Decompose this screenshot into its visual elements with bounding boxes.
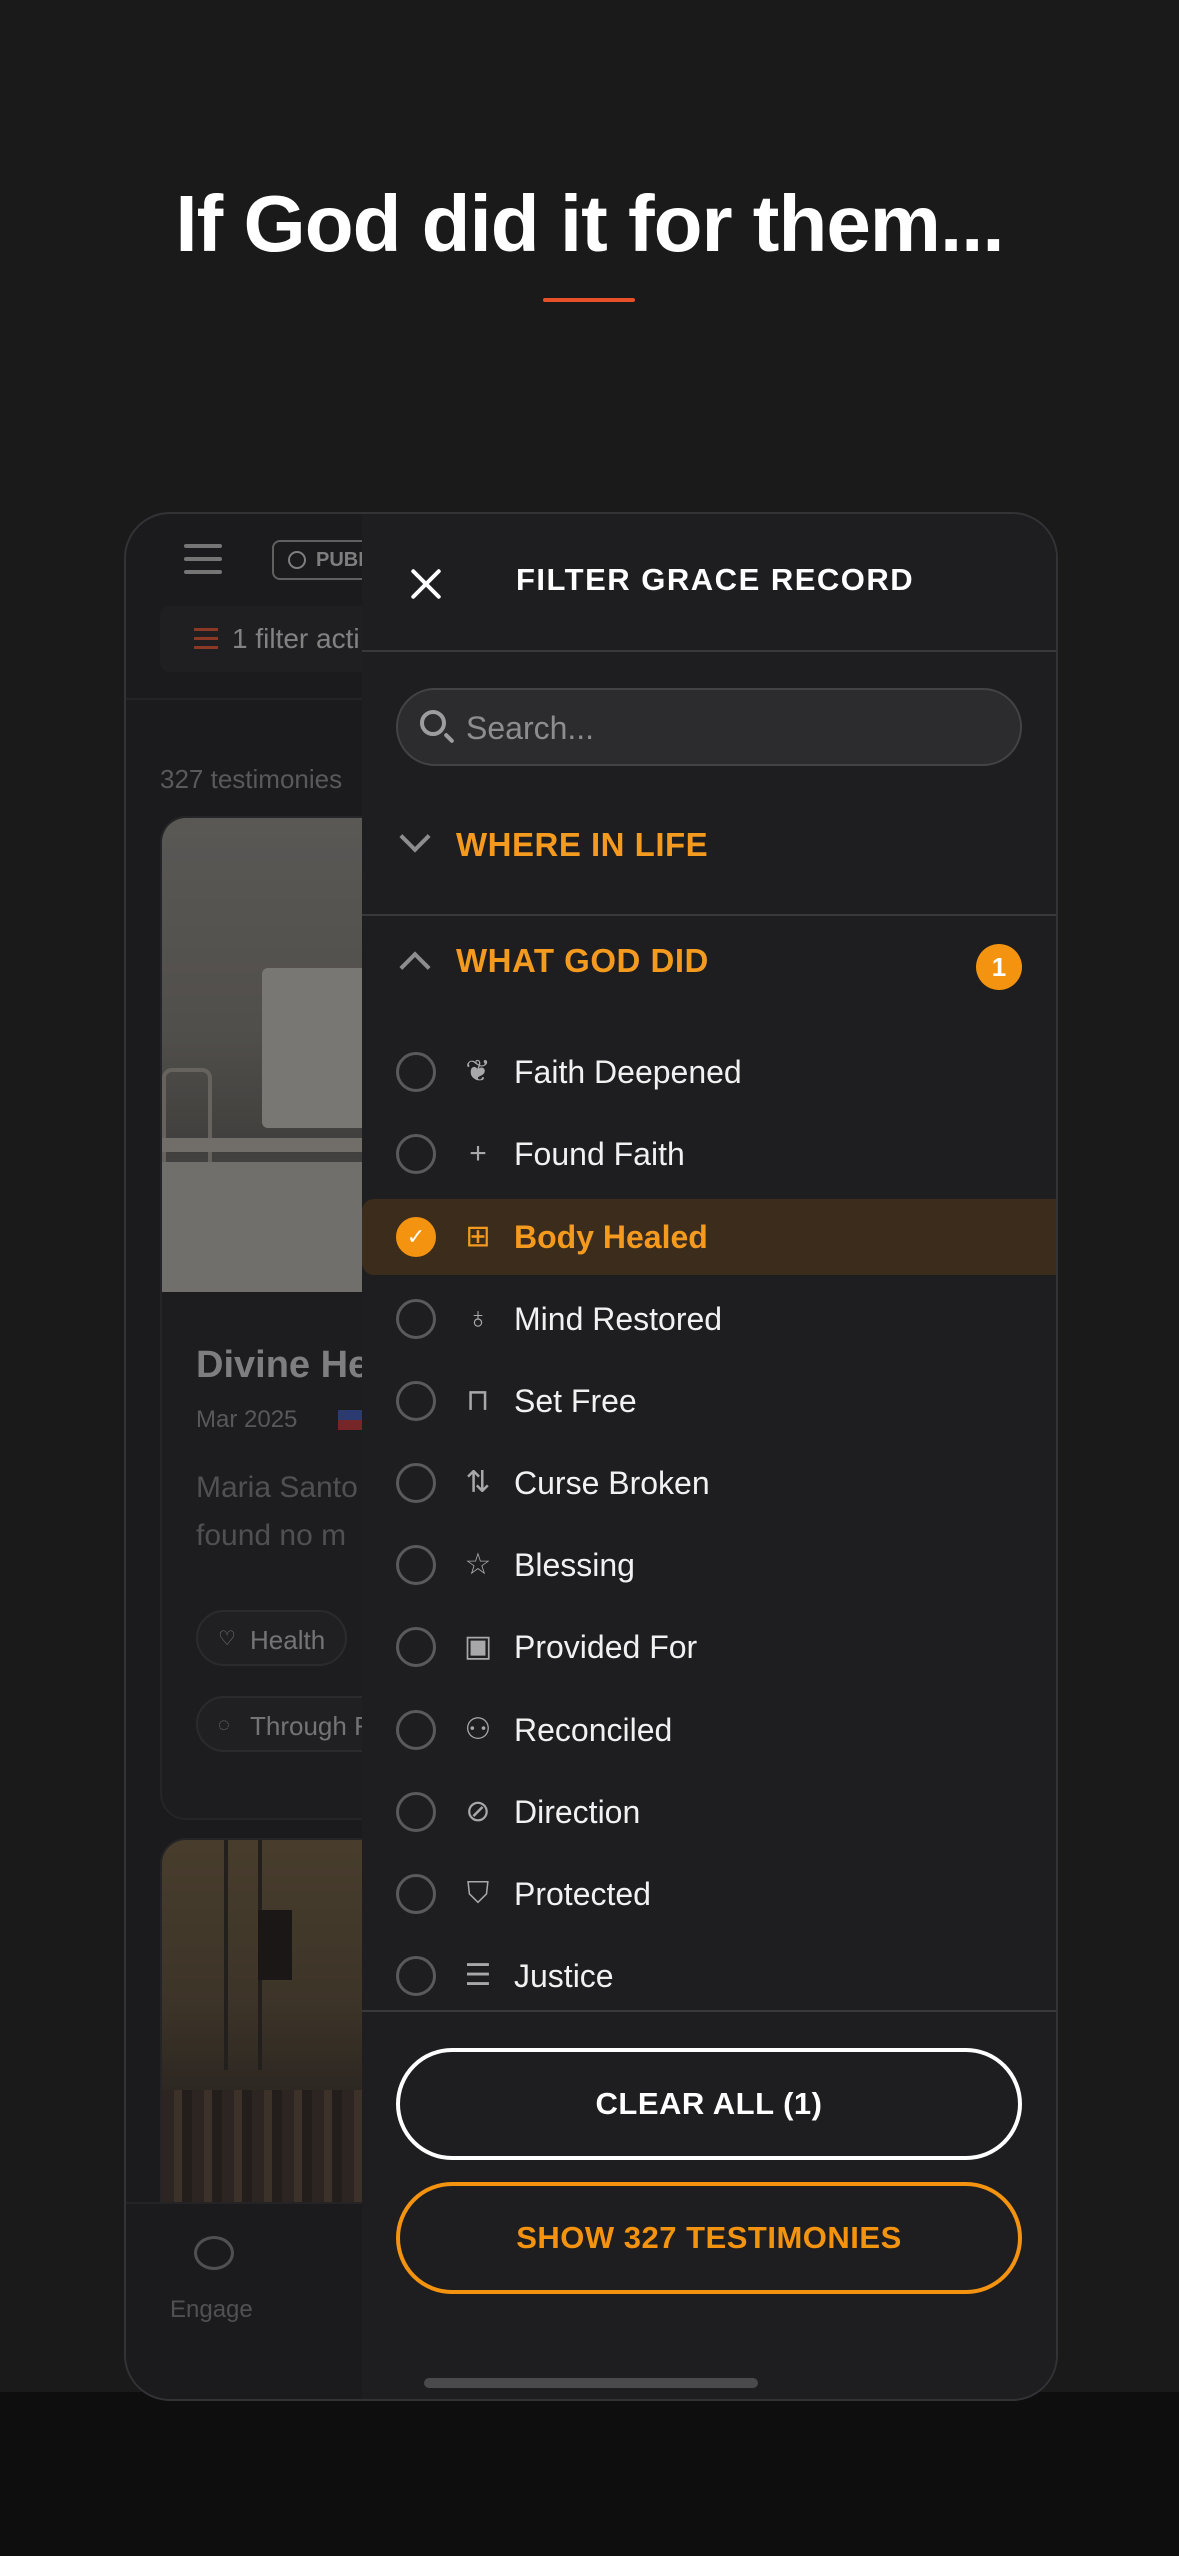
filter-drawer: FILTER GRACE RECORD WHERE IN LIFE WHAT G…: [362, 514, 1056, 2399]
chevron-up-icon: [399, 951, 431, 983]
option-found-faith[interactable]: + Found Faith: [362, 1116, 1056, 1192]
radio-button[interactable]: [396, 1545, 436, 1585]
bottom-band: [0, 2392, 1179, 2556]
section-label: WHAT GOD DID: [456, 942, 709, 979]
radio-button[interactable]: [396, 1792, 436, 1832]
section-what-god-did[interactable]: WHAT GOD DID 1: [362, 924, 1056, 1004]
chevron-down-icon: [399, 821, 431, 853]
option-reconciled[interactable]: ⚇ Reconciled: [362, 1692, 1056, 1768]
option-label: Set Free: [514, 1383, 637, 1419]
option-label: Justice: [514, 1958, 614, 1994]
globe-icon: [288, 551, 306, 569]
show-testimonies-button[interactable]: SHOW 327 TESTIMONIES: [396, 2182, 1022, 2294]
section-where-in-life[interactable]: WHERE IN LIFE: [362, 808, 1056, 888]
star-icon: ☆: [464, 1548, 492, 1581]
chat-icon: ◌: [218, 1714, 230, 1736]
option-curse-broken[interactable]: ⇅ Curse Broken: [362, 1445, 1056, 1521]
testimony-count: 327 testimonies: [160, 764, 343, 794]
search-field[interactable]: [396, 688, 1022, 766]
radio-button[interactable]: [396, 1463, 436, 1503]
radio-button[interactable]: [396, 1381, 436, 1421]
leaf-icon: ❦: [465, 1055, 491, 1088]
radio-button[interactable]: [396, 1956, 436, 1996]
tag-health[interactable]: ♡ Health: [196, 1610, 348, 1666]
radio-button[interactable]: [396, 1052, 436, 1092]
git-compare-icon: ⇅: [465, 1466, 491, 1499]
lightbulb-icon: ♁: [466, 1302, 490, 1335]
selected-count-badge: 1: [976, 944, 1022, 990]
shield-icon: ⛉: [466, 1877, 490, 1910]
close-icon[interactable]: [408, 566, 444, 602]
sliders-icon: ☰: [464, 1959, 492, 1992]
radio-button[interactable]: [396, 1627, 436, 1667]
heart-icon: ♡: [218, 1628, 236, 1650]
compass-icon: ⊘: [465, 1795, 491, 1828]
option-label: Faith Deepened: [514, 1054, 742, 1090]
section-divider: [362, 914, 1056, 916]
phone-frame: PUBL 1 filter acti 327 testimonies Divin…: [124, 512, 1058, 2401]
radio-button[interactable]: [396, 1874, 436, 1914]
option-label: Found Faith: [514, 1136, 685, 1172]
hero-underline: [543, 298, 635, 302]
option-label: Blessing: [514, 1547, 635, 1583]
tag-label: Health: [250, 1625, 326, 1655]
clear-all-button[interactable]: CLEAR ALL (1): [396, 2048, 1022, 2160]
option-blessing[interactable]: ☆ Blessing: [362, 1527, 1056, 1603]
radio-button-checked[interactable]: [396, 1217, 436, 1257]
option-faith-deepened[interactable]: ❦ Faith Deepened: [362, 1034, 1056, 1110]
option-label: Body Healed: [514, 1219, 708, 1255]
radio-button[interactable]: [396, 1299, 436, 1339]
plus-icon: +: [469, 1137, 487, 1170]
radio-button[interactable]: [396, 1710, 436, 1750]
footer-divider: [362, 2010, 1056, 2012]
option-mind-restored[interactable]: ♁ Mind Restored: [362, 1281, 1056, 1357]
drawer-divider: [362, 650, 1056, 652]
drawer-title: FILTER GRACE RECORD: [516, 562, 915, 597]
tag-label: Through F: [250, 1711, 370, 1741]
option-direction[interactable]: ⊘ Direction: [362, 1774, 1056, 1850]
menu-icon[interactable]: [184, 544, 222, 574]
card-title: Divine He: [196, 1344, 370, 1386]
option-set-free[interactable]: ⊓ Set Free: [362, 1363, 1056, 1439]
search-input[interactable]: [464, 690, 1008, 766]
option-protected[interactable]: ⛉ Protected: [362, 1856, 1056, 1932]
option-label: Direction: [514, 1794, 641, 1830]
radio-button[interactable]: [396, 1134, 436, 1174]
sliders-icon: [194, 628, 218, 650]
option-label: Protected: [514, 1876, 651, 1912]
option-justice[interactable]: ☰ Justice: [362, 1938, 1056, 2014]
card-date: Mar 2025: [196, 1406, 298, 1433]
hero-title: If God did it for them...: [175, 179, 1004, 268]
active-filter-label: 1 filter acti: [232, 623, 360, 654]
option-body-healed[interactable]: ⊞ Body Healed: [362, 1199, 1056, 1275]
tab-engage[interactable]: Engage: [170, 2296, 253, 2324]
chat-bubble-icon[interactable]: [194, 2236, 234, 2270]
search-icon: [420, 710, 446, 736]
users-icon: ⚇: [464, 1713, 492, 1746]
option-label: Curse Broken: [514, 1465, 710, 1501]
option-label: Provided For: [514, 1629, 698, 1665]
unlock-icon: ⊓: [466, 1384, 490, 1417]
option-provided-for[interactable]: ▣ Provided For: [362, 1609, 1056, 1685]
section-label: WHERE IN LIFE: [456, 826, 709, 863]
banknote-icon: ▣: [463, 1630, 493, 1663]
home-indicator: [424, 2378, 758, 2388]
option-label: Reconciled: [514, 1712, 673, 1748]
option-label: Mind Restored: [514, 1301, 723, 1337]
medical-kit-icon: ⊞: [465, 1220, 491, 1253]
